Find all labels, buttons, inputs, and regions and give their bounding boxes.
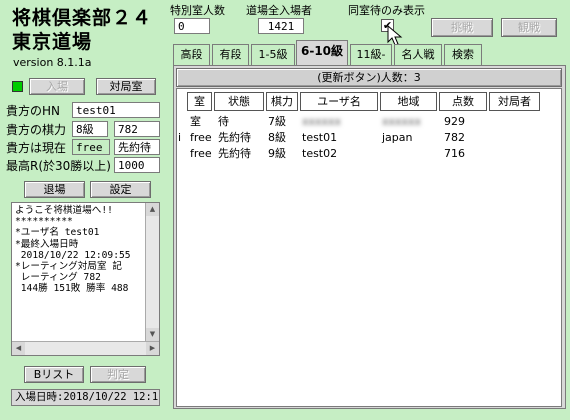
column-header-room[interactable]: 室 bbox=[187, 92, 212, 111]
row-room: free bbox=[190, 147, 212, 160]
row-state: 待 bbox=[218, 115, 229, 128]
row-points: 782 bbox=[444, 131, 465, 144]
max-rating-label: 最高R(於30勝以上) bbox=[6, 159, 111, 173]
row-rank: 8級 bbox=[268, 131, 286, 144]
status-mode-field: 先約待 bbox=[114, 139, 160, 155]
scroll-down-icon[interactable]: ▼ bbox=[146, 328, 159, 341]
column-header-opponent[interactable]: 対局者 bbox=[489, 92, 540, 111]
message-log[interactable]: ようこそ将棋道場へ!! ********** *ユーザ名 test01 *最終入… bbox=[11, 202, 160, 356]
row-room: 室 bbox=[190, 115, 201, 128]
total-entrants-count: 1421 bbox=[258, 18, 304, 34]
column-header-region[interactable]: 地域 bbox=[380, 92, 437, 111]
tab-1-5kyu[interactable]: 1-5級 bbox=[251, 44, 295, 65]
watch-button[interactable]: 観戦 bbox=[501, 18, 557, 37]
enter-button[interactable]: 入場 bbox=[29, 78, 85, 95]
same-room-only-label: 同室待のみ表示 bbox=[348, 4, 425, 17]
row-state: 先約待 bbox=[218, 131, 251, 144]
challenge-button[interactable]: 挑戦 bbox=[431, 18, 493, 37]
row-username-redacted: xxxxxx bbox=[302, 115, 342, 128]
row-rank: 7級 bbox=[268, 115, 286, 128]
max-rating-field: 1000 bbox=[114, 157, 160, 173]
entry-time-status: 入場日時:2018/10/22 12:1 bbox=[11, 389, 160, 406]
row-points: 929 bbox=[444, 115, 465, 128]
scroll-right-icon[interactable]: ▶ bbox=[146, 342, 159, 355]
tab-koudan[interactable]: 高段 bbox=[173, 44, 210, 65]
special-room-count: 0 bbox=[174, 18, 210, 34]
leave-button[interactable]: 退場 bbox=[24, 181, 85, 198]
row-username: test02 bbox=[302, 147, 338, 160]
row-points: 716 bbox=[444, 147, 465, 160]
row-region: japan bbox=[382, 131, 413, 144]
row-rank: 9級 bbox=[268, 147, 286, 160]
tab-11kyu[interactable]: 11級- bbox=[350, 44, 392, 65]
column-header-rank[interactable]: 棋力 bbox=[266, 92, 298, 111]
row-room: free bbox=[190, 131, 212, 144]
connection-indicator-icon bbox=[12, 81, 23, 92]
tab-6-10kyu[interactable]: 6-10級 bbox=[296, 40, 348, 66]
scroll-up-icon[interactable]: ▲ bbox=[146, 203, 159, 216]
rating-rank-field: 8級 bbox=[72, 121, 108, 137]
hn-label: 貴方のHN bbox=[6, 104, 61, 118]
column-header-points[interactable]: 点数 bbox=[439, 92, 487, 111]
column-header-state[interactable]: 状態 bbox=[214, 92, 264, 111]
app-title-line1: 将棋倶楽部２４ bbox=[12, 7, 153, 29]
settings-button[interactable]: 設定 bbox=[90, 181, 151, 198]
column-header-username[interactable]: ユーザ名 bbox=[300, 92, 378, 111]
row-state: 先約待 bbox=[218, 147, 251, 160]
message-log-vertical-scrollbar[interactable]: ▲ ▼ bbox=[145, 203, 159, 341]
refresh-button[interactable]: (更新ボタン)人数：3 bbox=[176, 68, 562, 87]
judge-button[interactable]: 判定 bbox=[90, 366, 146, 383]
match-room-button[interactable]: 対局室 bbox=[96, 78, 156, 95]
row-mark: i bbox=[178, 131, 182, 144]
row-username: test01 bbox=[302, 131, 338, 144]
message-log-horizontal-scrollbar[interactable]: ◀ ▶ bbox=[12, 341, 159, 355]
app-version: version 8.1.1a bbox=[13, 56, 92, 69]
status-free-badge: free bbox=[72, 139, 110, 155]
hn-field: test01 bbox=[72, 102, 160, 118]
total-entrants-label: 道場全入場者 bbox=[246, 4, 312, 17]
app-title-line2: 東京道場 bbox=[12, 31, 93, 53]
message-log-text: ようこそ将棋道場へ!! ********** *ユーザ名 test01 *最終入… bbox=[15, 205, 131, 295]
special-room-label: 特別室人数 bbox=[170, 4, 225, 17]
blist-button[interactable]: Bリスト bbox=[24, 366, 84, 383]
rating-label: 貴方の棋力 bbox=[6, 123, 67, 137]
status-label: 貴方は現在 bbox=[6, 141, 67, 155]
rating-value-field: 782 bbox=[114, 121, 160, 137]
row-region-redacted: xxxxxx bbox=[382, 115, 422, 128]
tab-search[interactable]: 検索 bbox=[444, 44, 482, 65]
tab-meijinsen[interactable]: 名人戦 bbox=[394, 44, 442, 65]
scroll-left-icon[interactable]: ◀ bbox=[12, 342, 25, 355]
tab-yuudan[interactable]: 有段 bbox=[212, 44, 249, 65]
